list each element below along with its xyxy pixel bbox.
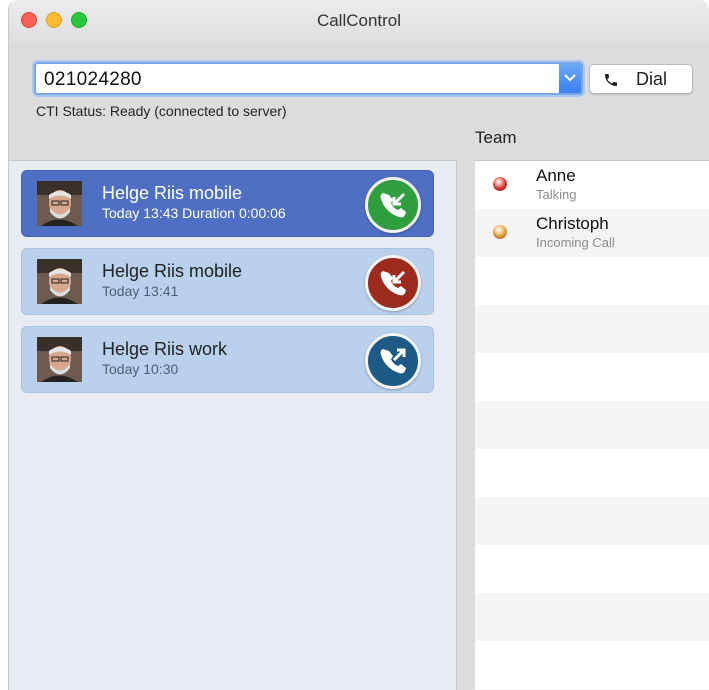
title-bar: CallControl — [9, 0, 709, 44]
call-item[interactable]: Helge Riis mobile Today 13:41 — [21, 248, 434, 315]
team-member-row[interactable]: Christoph Incoming Call — [475, 209, 709, 256]
presence-dot — [493, 177, 507, 191]
team-member-name: Christoph — [536, 214, 609, 233]
call-list: Helge Riis mobile Today 13:43 Duration 0… — [9, 160, 457, 690]
team-member-name: Anne — [536, 166, 576, 185]
call-item[interactable]: Helge Riis mobile Today 13:43 Duration 0… — [21, 170, 434, 237]
team-member-row[interactable]: Anne Talking — [475, 161, 709, 208]
call-item[interactable]: Helge Riis work Today 10:30 — [21, 326, 434, 393]
combo-dropdown-button[interactable] — [559, 64, 581, 93]
cti-status-text: CTI Status: Ready (connected to server) — [36, 103, 287, 119]
chevron-down-icon — [564, 74, 576, 82]
call-contact-name: Helge Riis work — [102, 339, 228, 359]
phone-icon — [605, 74, 617, 86]
app-window: CallControl 021024280 Dial CTI Status: R… — [8, 0, 709, 690]
avatar — [37, 259, 82, 304]
team-member-status: Incoming Call — [536, 235, 615, 250]
avatar — [37, 181, 82, 226]
window-title: CallControl — [316, 11, 402, 30]
dial-button[interactable]: Dial — [589, 64, 693, 94]
call-contact-name: Helge Riis mobile — [102, 261, 243, 281]
call-time-info: Today 13:43 Duration 0:00:06 — [102, 205, 286, 221]
team-member-status: Talking — [536, 187, 577, 202]
dial-button-label: Dial — [636, 69, 668, 89]
avatar — [37, 337, 82, 382]
call-contact-name: Helge Riis mobile — [102, 183, 243, 203]
call-time-info: Today 10:30 — [102, 361, 179, 377]
phone-incoming-icon[interactable] — [365, 255, 421, 311]
presence-dot — [493, 225, 507, 239]
phone-outgoing-icon[interactable] — [365, 333, 421, 389]
team-heading: Team — [475, 128, 517, 147]
phone-incoming-icon[interactable] — [365, 177, 421, 233]
team-list: Anne Talking Christoph Incoming Call — [475, 160, 709, 690]
dial-number-combobox[interactable]: 021024280 — [34, 62, 583, 95]
call-time-info: Today 13:41 — [102, 283, 179, 299]
dial-number-input[interactable]: 021024280 — [44, 69, 142, 91]
